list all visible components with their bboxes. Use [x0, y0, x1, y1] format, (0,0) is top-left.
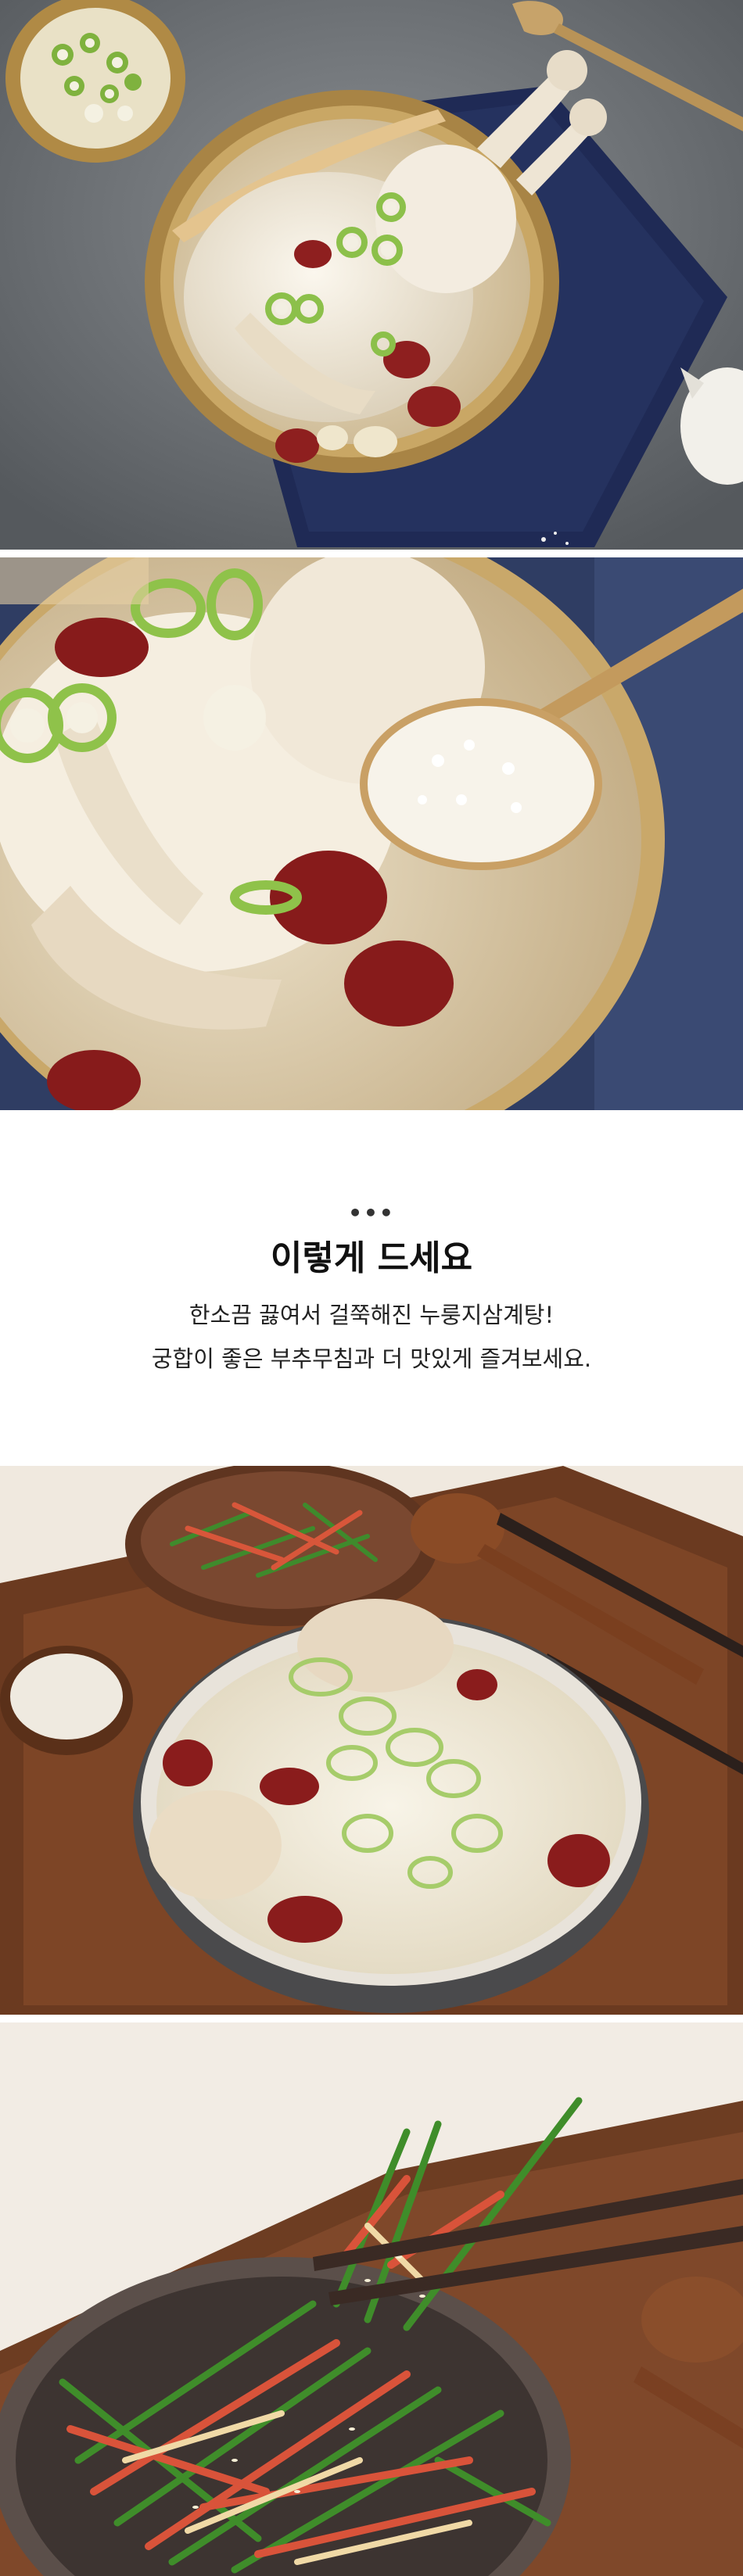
- samgyetang-spoon-closeup-photo: [0, 557, 743, 1110]
- how-to-eat-section: ••• 이렇게 드세요 한소끔 끓여서 걸쭉해진 누룽지삼계탕! 궁합이 좋은 …: [0, 1110, 743, 1466]
- buchu-muchim-chopsticks-image: [0, 2022, 743, 2576]
- section-heading: 이렇게 드세요: [270, 1238, 473, 1278]
- nurungji-samgyetang-tray-image: [0, 1466, 743, 2015]
- ellipsis-dots-icon: •••: [348, 1200, 395, 1226]
- buchu-muchim-chopsticks-photo: [0, 2022, 743, 2576]
- samgyetang-top-view-photo: [0, 0, 743, 550]
- description-line-2: 궁합이 좋은 부추무침과 더 맛있게 즐겨보세요.: [151, 1345, 592, 1372]
- samgyetang-top-view-image: [0, 0, 743, 550]
- nurungji-samgyetang-tray-photo: [0, 1466, 743, 2015]
- description-line-1: 한소끔 끓여서 걸쭉해진 누룽지삼계탕!: [188, 1302, 555, 1328]
- samgyetang-spoon-closeup-image: [0, 557, 743, 1110]
